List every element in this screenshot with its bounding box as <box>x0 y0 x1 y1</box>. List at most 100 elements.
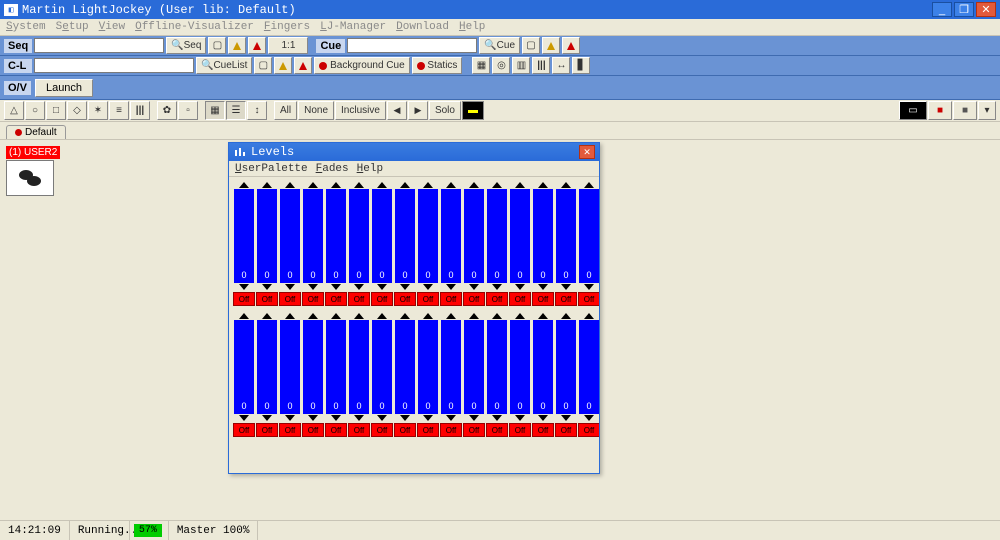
channel-up-button[interactable] <box>463 312 485 320</box>
minimize-button[interactable]: _ <box>932 2 952 17</box>
channel-up-button[interactable] <box>302 312 324 320</box>
channel-down-button[interactable] <box>394 283 416 291</box>
cue-button[interactable]: 🔍Cue <box>479 37 520 54</box>
channel-up-button[interactable] <box>279 312 301 320</box>
channel-up-button[interactable] <box>555 312 577 320</box>
channel-off-button[interactable]: Off <box>486 292 508 306</box>
channel-off-button[interactable]: Off <box>279 423 301 437</box>
channel-fader[interactable]: 0 <box>257 189 277 283</box>
fixture-user2[interactable]: (1) USER2 <box>6 146 60 196</box>
channel-off-button[interactable]: Off <box>532 292 554 306</box>
channel-off-button[interactable]: Off <box>233 292 255 306</box>
cue-tool1-button[interactable] <box>542 37 560 54</box>
channel-off-button[interactable]: Off <box>509 292 531 306</box>
cue-tool2-button[interactable] <box>562 37 580 54</box>
seq-button[interactable]: 🔍Seq <box>166 37 206 54</box>
channel-down-button[interactable] <box>233 283 255 291</box>
channel-up-button[interactable] <box>348 312 370 320</box>
channel-off-button[interactable]: Off <box>325 423 347 437</box>
prev-button[interactable]: ◀ <box>387 101 407 120</box>
channel-up-button[interactable] <box>417 181 439 189</box>
sliders2-icon[interactable]: ||| <box>130 101 150 120</box>
cuelist-button[interactable]: 🔍CueList <box>196 57 252 74</box>
channel-fader[interactable]: 0 <box>464 320 484 414</box>
channel-off-button[interactable]: Off <box>256 423 278 437</box>
channel-fader[interactable]: 0 <box>234 189 254 283</box>
channel-down-button[interactable] <box>486 283 508 291</box>
channel-off-button[interactable]: Off <box>440 292 462 306</box>
channel-up-button[interactable] <box>348 181 370 189</box>
channel-down-button[interactable] <box>486 414 508 422</box>
channel-down-button[interactable] <box>578 414 599 422</box>
cue-stop-button[interactable]: ▢ <box>522 37 540 54</box>
grid-pressed-icon[interactable]: ▦ <box>205 101 225 120</box>
menu-setup[interactable]: Setup <box>56 21 89 33</box>
panel-button[interactable]: ▋ <box>572 57 590 74</box>
all-button[interactable]: All <box>274 101 297 120</box>
channel-down-button[interactable] <box>256 414 278 422</box>
triangle-icon[interactable]: △ <box>4 101 24 120</box>
next-button[interactable]: ▶ <box>408 101 428 120</box>
channel-up-button[interactable] <box>417 312 439 320</box>
channel-fader[interactable]: 0 <box>303 189 323 283</box>
channel-fader[interactable]: 0 <box>349 320 369 414</box>
channel-down-button[interactable] <box>532 283 554 291</box>
channel-down-button[interactable] <box>417 283 439 291</box>
channel-off-button[interactable]: Off <box>417 423 439 437</box>
channel-fader[interactable]: 0 <box>533 320 553 414</box>
channel-up-button[interactable] <box>555 181 577 189</box>
channel-up-button[interactable] <box>394 181 416 189</box>
channel-fader[interactable]: 0 <box>395 189 415 283</box>
channel-fader[interactable]: 0 <box>441 189 461 283</box>
cl-field[interactable] <box>34 58 194 73</box>
channel-fader[interactable]: 0 <box>234 320 254 414</box>
channel-fader[interactable]: 0 <box>510 189 530 283</box>
channel-down-button[interactable] <box>371 283 393 291</box>
channel-fader[interactable]: 0 <box>395 320 415 414</box>
background-cue-button[interactable]: Background Cue <box>314 57 409 74</box>
menu-view[interactable]: View <box>99 21 125 33</box>
bars-button[interactable]: ▥ <box>512 57 530 74</box>
seq-field[interactable] <box>34 38 164 53</box>
channel-down-button[interactable] <box>509 414 531 422</box>
inclusive-button[interactable]: Inclusive <box>335 101 386 120</box>
monitor-red-icon[interactable]: ■ <box>928 101 952 120</box>
grid1-button[interactable]: ▦ <box>472 57 490 74</box>
channel-fader[interactable]: 0 <box>257 320 277 414</box>
channel-off-button[interactable]: Off <box>279 292 301 306</box>
diamond-icon[interactable]: ◇ <box>67 101 87 120</box>
channel-off-button[interactable]: Off <box>463 423 485 437</box>
channel-fader[interactable]: 0 <box>464 189 484 283</box>
close-button[interactable]: ✕ <box>976 2 996 17</box>
channel-off-button[interactable]: Off <box>371 423 393 437</box>
channel-fader[interactable]: 0 <box>326 320 346 414</box>
channel-off-button[interactable]: Off <box>325 292 347 306</box>
channel-up-button[interactable] <box>509 181 531 189</box>
channel-fader[interactable]: 0 <box>372 189 392 283</box>
channel-up-button[interactable] <box>463 181 485 189</box>
channel-up-button[interactable] <box>440 181 462 189</box>
channel-down-button[interactable] <box>394 414 416 422</box>
channel-down-button[interactable] <box>440 283 462 291</box>
levels-titlebar[interactable]: Levels ✕ <box>229 143 599 161</box>
cl-stop-button[interactable]: ▢ <box>254 57 272 74</box>
statics-button[interactable]: Statics <box>412 57 463 74</box>
channel-down-button[interactable] <box>532 414 554 422</box>
channel-off-button[interactable]: Off <box>463 292 485 306</box>
channel-down-button[interactable] <box>555 414 577 422</box>
channel-off-button[interactable]: Off <box>417 292 439 306</box>
menu-ljmgr[interactable]: LJ-Manager <box>320 21 386 33</box>
channel-down-button[interactable] <box>302 414 324 422</box>
channel-down-button[interactable] <box>233 414 255 422</box>
channel-down-button[interactable] <box>417 414 439 422</box>
channel-down-button[interactable] <box>463 283 485 291</box>
channel-off-button[interactable]: Off <box>578 292 599 306</box>
channel-fader[interactable]: 0 <box>579 320 599 414</box>
channel-down-button[interactable] <box>325 414 347 422</box>
channel-down-button[interactable] <box>555 283 577 291</box>
channel-up-button[interactable] <box>233 312 255 320</box>
channel-up-button[interactable] <box>486 181 508 189</box>
channel-down-button[interactable] <box>256 283 278 291</box>
menu-help[interactable]: Help <box>459 21 485 33</box>
channel-off-button[interactable]: Off <box>394 423 416 437</box>
